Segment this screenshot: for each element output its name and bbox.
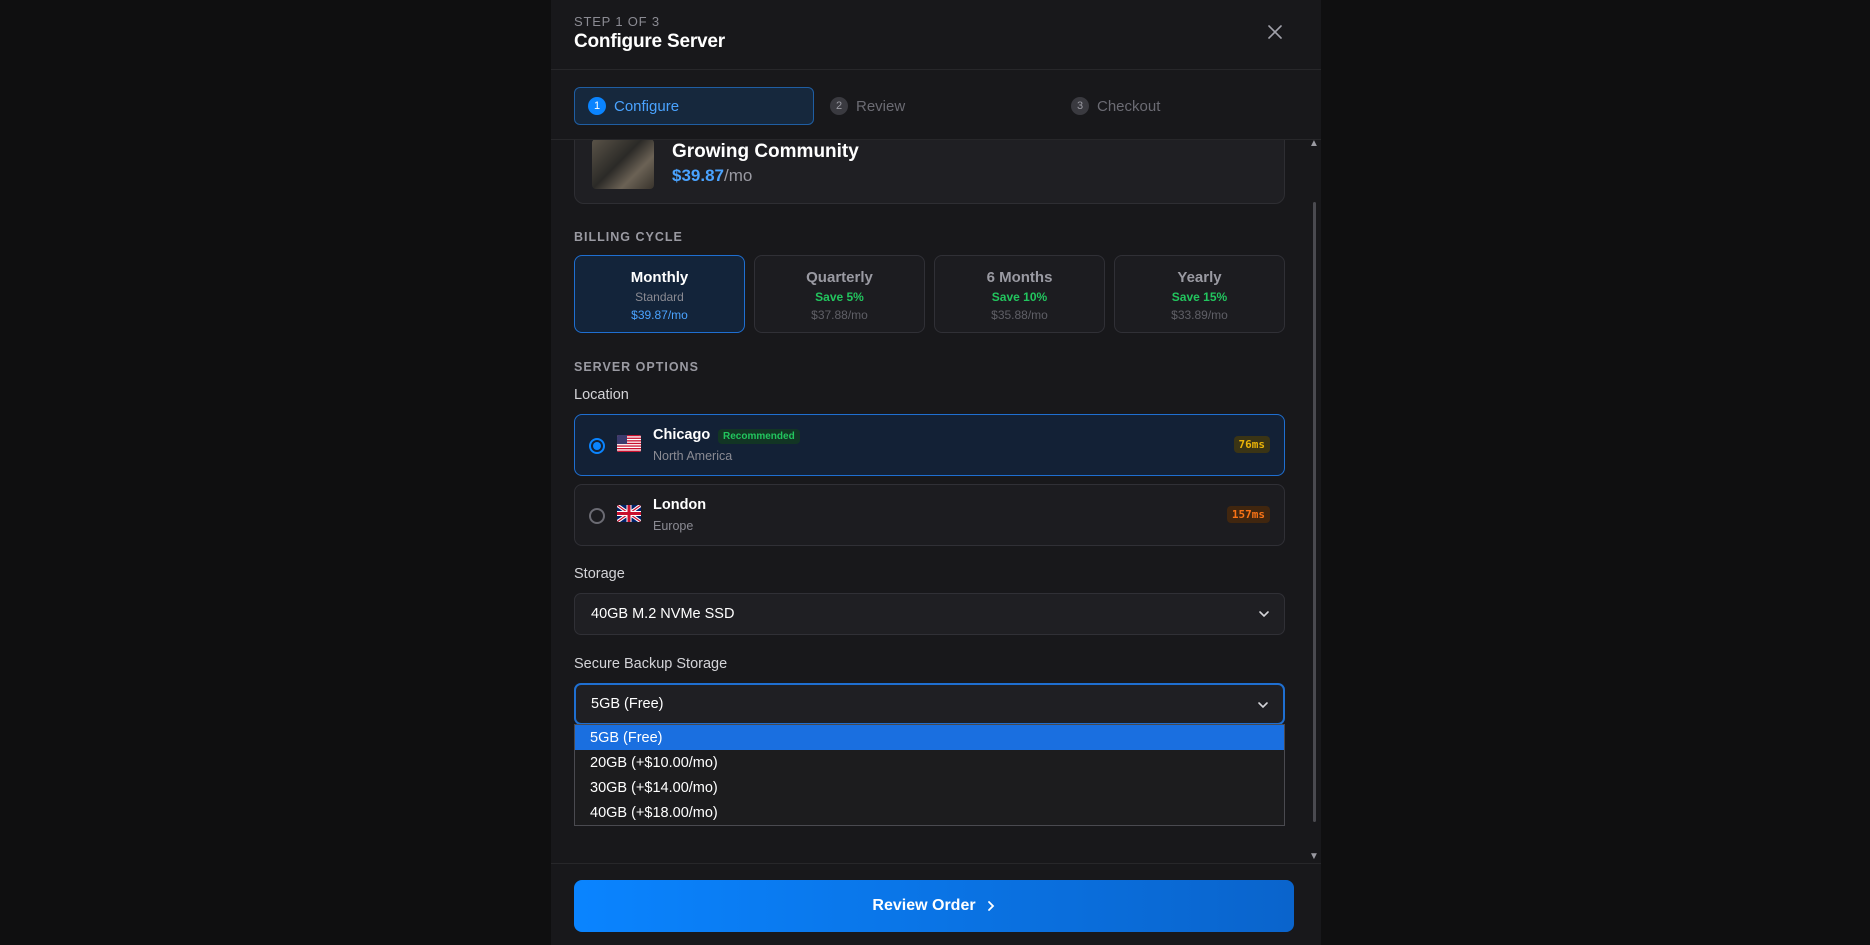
billing-name: Yearly [1177, 269, 1222, 286]
dropdown-option[interactable]: 20GB (+$10.00/mo) [575, 750, 1284, 775]
step-label-configure: Configure [614, 97, 680, 115]
product-name: Growing Community [672, 141, 859, 162]
product-price-period: /mo [724, 166, 753, 185]
ping-badge: 76ms [1233, 436, 1270, 453]
storage-label: Storage [574, 566, 625, 582]
backup-storage-select[interactable]: 5GB (Free) [574, 683, 1285, 725]
storage-select[interactable]: 40GB M.2 NVMe SSD [574, 593, 1285, 635]
billing-sub: Save 5% [815, 290, 864, 304]
uk-flag-icon [617, 505, 641, 522]
step-label-checkout: Checkout [1097, 97, 1161, 115]
billing-cycle-label: BILLING CYCLE [574, 230, 683, 244]
billing-option-quarterly[interactable]: Quarterly Save 5% $37.88/mo [754, 255, 925, 333]
step-number: 1 [588, 97, 606, 115]
location-name: London [653, 497, 707, 513]
step-number: 3 [1071, 97, 1089, 115]
step-configure[interactable]: 1 Configure [574, 87, 814, 125]
location-region: Europe [653, 519, 694, 533]
recommended-badge: Recommended [718, 429, 800, 444]
scroll-up-icon[interactable]: ▲ [1309, 138, 1319, 149]
radio-button[interactable] [589, 508, 605, 524]
location-name: Chicago [653, 427, 711, 443]
product-price: $39.87/mo [672, 166, 752, 186]
billing-name: Monthly [630, 269, 689, 286]
billing-price: $37.88/mo [811, 308, 868, 322]
step-review[interactable]: 2 Review [817, 87, 1017, 125]
review-order-button[interactable]: Review Order [574, 880, 1294, 932]
dropdown-option[interactable]: 5GB (Free) [575, 725, 1284, 750]
us-flag-icon [617, 435, 641, 452]
dropdown-option[interactable]: 30GB (+$14.00/mo) [575, 775, 1284, 800]
billing-name: 6 Months [986, 269, 1053, 286]
product-thumbnail [592, 140, 654, 189]
location-region: North America [653, 449, 733, 463]
billing-sub: Save 10% [991, 290, 1048, 304]
billing-option-yearly[interactable]: Yearly Save 15% $33.89/mo [1114, 255, 1285, 333]
radio-button[interactable] [589, 438, 605, 454]
location-label: Location [574, 387, 629, 403]
billing-sub: Save 15% [1171, 290, 1228, 304]
billing-price: $33.89/mo [1171, 308, 1228, 322]
step-label: STEP 1 OF 3 [574, 14, 660, 29]
ping-badge: 157ms [1226, 506, 1270, 523]
review-order-label: Review Order [872, 897, 976, 914]
chevron-right-icon [987, 901, 994, 911]
location-option-london[interactable]: London Europe 157ms [574, 484, 1285, 546]
close-icon[interactable] [1265, 22, 1285, 42]
server-options-label: SERVER OPTIONS [574, 360, 699, 374]
billing-sub: Standard [635, 290, 684, 304]
billing-option-6-months[interactable]: 6 Months Save 10% $35.88/mo [934, 255, 1105, 333]
dropdown-option[interactable]: 40GB (+$18.00/mo) [575, 800, 1284, 825]
backup-storage-label: Secure Backup Storage [574, 656, 728, 672]
chevron-down-icon [1258, 702, 1268, 709]
product-price-amount: $39.87 [672, 166, 724, 185]
configure-server-modal: STEP 1 OF 3 Configure Server 1 Configure… [551, 0, 1321, 945]
chevron-down-icon [1259, 611, 1269, 618]
backup-storage-dropdown: 5GB (Free) 20GB (+$10.00/mo) 30GB (+$14.… [574, 724, 1285, 826]
modal-header: STEP 1 OF 3 Configure Server [551, 0, 1321, 70]
scrollbar-thumb[interactable] [1313, 202, 1316, 822]
product-card: Growing Community $39.87/mo [574, 140, 1285, 204]
page-title: Configure Server [574, 31, 725, 52]
scroll-down-icon[interactable]: ▼ [1309, 851, 1319, 862]
step-number: 2 [830, 97, 848, 115]
billing-price: $35.88/mo [991, 308, 1048, 322]
modal-footer: Review Order [551, 863, 1321, 945]
stepper: 1 Configure 2 Review 3 Checkout [551, 70, 1321, 140]
step-checkout[interactable]: 3 Checkout [1058, 87, 1258, 125]
location-option-chicago[interactable]: Chicago Recommended North America 76ms [574, 414, 1285, 476]
backup-select-value: 5GB (Free) [591, 696, 664, 712]
billing-price: $39.87/mo [631, 308, 688, 322]
step-label-review: Review [856, 97, 906, 115]
billing-name: Quarterly [806, 269, 873, 286]
storage-select-value: 40GB M.2 NVMe SSD [591, 606, 735, 622]
billing-option-monthly[interactable]: Monthly Standard $39.87/mo [574, 255, 745, 333]
